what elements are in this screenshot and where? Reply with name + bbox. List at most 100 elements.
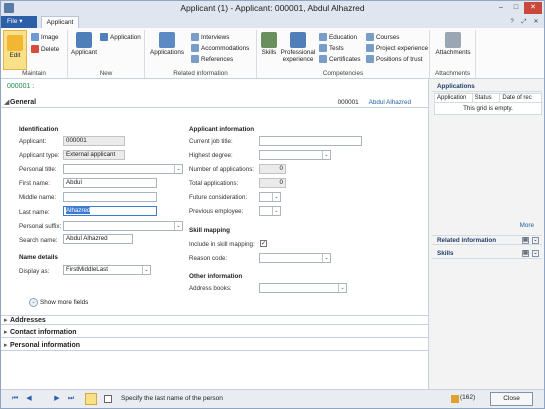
courses-label: Courses	[376, 33, 400, 41]
chevron-down-icon[interactable]: ⌄	[322, 151, 330, 159]
factbox-settings-icon[interactable]: ▤	[522, 250, 529, 257]
applications-label: Applications	[150, 49, 184, 56]
previous-record-icon[interactable]: ◀	[25, 395, 33, 403]
general-title: General	[10, 99, 37, 106]
last-record-icon[interactable]: ⏭	[67, 395, 75, 403]
chevron-down-icon[interactable]: ⌄	[322, 254, 330, 262]
positions-of-trust-button[interactable]: Positions of trust	[366, 55, 423, 63]
total-applications-field: 0	[259, 178, 286, 188]
references-button[interactable]: References	[191, 55, 233, 63]
skills-icon	[261, 32, 277, 48]
chevron-down-icon[interactable]: ⌄	[532, 250, 539, 257]
future-consideration-select[interactable]: ⌄	[259, 192, 281, 202]
professional-label: Professional	[280, 49, 316, 56]
expand-circle-icon: ⌄	[29, 298, 38, 307]
chevron-down-icon[interactable]: ⌄	[174, 165, 182, 173]
first-name-input[interactable]: Abdul	[63, 178, 157, 188]
first-record-icon[interactable]: ⏮	[11, 395, 19, 403]
record-caption: 000001 :	[7, 83, 35, 90]
image-button[interactable]: Image	[31, 33, 59, 41]
section-general[interactable]: ◢ General 000001 Abdul Alhazred	[1, 98, 429, 108]
edit-mode-icon[interactable]	[85, 393, 97, 405]
address-books-select[interactable]: ⌄	[259, 283, 347, 293]
applicant-type-label: Applicant type:	[19, 152, 60, 159]
document-icon[interactable]	[104, 395, 112, 403]
chevron-down-icon[interactable]: ⌄	[532, 237, 539, 244]
ribbon-group-competencies: Skills Professional experience Education…	[257, 30, 430, 78]
skills-factbox-title: Skills	[437, 250, 454, 257]
chevron-down-icon[interactable]: ⌄	[272, 193, 280, 201]
new-applicant-button[interactable]: Applicant	[68, 32, 100, 56]
current-job-title-label: Current job title:	[189, 138, 233, 145]
section-personal-information[interactable]: ▸ Personal information	[1, 341, 429, 351]
col-date-of-receipt[interactable]: Date of rec	[500, 94, 541, 102]
skills-factbox-header[interactable]: Skills ▤ ⌄	[432, 249, 542, 259]
display-as-select[interactable]: FirstMiddleLast ⌄	[63, 265, 151, 275]
tests-label: Tests	[329, 44, 344, 52]
applications-grid: Application Status Date of rec This grid…	[434, 93, 542, 115]
number-of-applications-label: Number of applications:	[189, 166, 255, 173]
competencies-group-label: Competencies	[322, 70, 364, 77]
applications-button[interactable]: Applications	[148, 32, 186, 56]
show-more-fields-button[interactable]: ⌄ Show more fields	[29, 298, 88, 307]
edit-button[interactable]: Edit	[3, 30, 27, 70]
chevron-down-icon[interactable]: ⌄	[174, 222, 182, 230]
chevron-down-icon[interactable]: ⌄	[338, 284, 346, 292]
personal-suffix-select[interactable]: ⌄	[63, 221, 183, 231]
paperclip-icon	[445, 32, 461, 48]
section-addresses[interactable]: ▸ Addresses	[1, 315, 429, 325]
delete-button[interactable]: Delete	[31, 45, 59, 53]
courses-button[interactable]: Courses	[366, 33, 399, 41]
col-application[interactable]: Application	[435, 94, 473, 102]
notification-icon[interactable]	[451, 395, 459, 403]
skills-button[interactable]: Skills	[259, 32, 279, 56]
previous-employee-select[interactable]: ⌄	[259, 206, 281, 216]
close-button[interactable]: Close	[490, 392, 533, 406]
help-icon[interactable]: ?	[508, 18, 516, 26]
applications-factbox-header[interactable]: Applications	[432, 82, 542, 92]
related-information-title: Related information	[437, 237, 497, 244]
more-link[interactable]: More	[520, 222, 534, 229]
close-form-icon[interactable]: ✕	[532, 18, 540, 26]
tests-button[interactable]: Tests	[319, 44, 344, 52]
current-job-title-input[interactable]	[259, 136, 362, 146]
new-application-label: Application	[110, 33, 141, 41]
middle-name-input[interactable]	[63, 192, 157, 202]
minimize-button[interactable]: –	[494, 2, 508, 14]
chevron-down-icon[interactable]: ⌄	[272, 207, 280, 215]
highest-degree-select[interactable]: ⌄	[259, 150, 331, 160]
reason-code-select[interactable]: ⌄	[259, 253, 331, 263]
accommodations-button[interactable]: Accommodations	[191, 44, 249, 52]
attachments-button[interactable]: Attachments	[432, 32, 474, 56]
next-record-icon[interactable]: ▶	[53, 395, 61, 403]
project-experience-button[interactable]: Project experience	[366, 44, 428, 52]
interviews-button[interactable]: Interviews	[191, 33, 229, 41]
title-bar: Applicant (1) - Applicant: 000001, Abdul…	[1, 1, 544, 16]
expand-icon[interactable]: ⤢	[520, 18, 528, 26]
interviews-icon	[191, 33, 199, 41]
personal-information-title: Personal information	[10, 342, 81, 349]
section-contact-information[interactable]: ▸ Contact information	[1, 328, 429, 338]
identification-heading: Identification	[19, 126, 59, 133]
last-name-input[interactable]: Alhazred	[63, 206, 157, 216]
education-button[interactable]: Education	[319, 33, 357, 41]
status-bar: ⏮ ◀ ▶ ⏭ Specify the last name of the per…	[1, 389, 544, 408]
col-status[interactable]: Status	[473, 94, 501, 102]
search-name-input[interactable]: Abdul Alhazred	[63, 234, 133, 244]
personal-title-select[interactable]: ⌄	[63, 164, 183, 174]
general-summary-name[interactable]: Abdul Alhazred	[369, 99, 411, 106]
factbox-settings-icon[interactable]: ▤	[522, 237, 529, 244]
maximize-button[interactable]: □	[509, 2, 523, 14]
tab-applicant[interactable]: Applicant	[41, 16, 79, 28]
file-tab[interactable]: File ▾	[1, 16, 37, 28]
professional-experience-button[interactable]: Professional experience	[279, 32, 317, 63]
close-window-button[interactable]: ✕	[524, 2, 542, 14]
new-application-button[interactable]: Application	[100, 33, 141, 41]
accommodations-icon	[191, 44, 199, 52]
chevron-down-icon[interactable]: ⌄	[142, 266, 150, 274]
pencil-icon	[7, 35, 23, 51]
certificates-button[interactable]: Certificates	[319, 55, 361, 63]
status-message: Specify the last name of the person	[121, 395, 223, 402]
related-information-factbox-header[interactable]: Related information ▤ ⌄	[432, 235, 542, 245]
include-in-skill-mapping-checkbox[interactable]: ✓	[260, 240, 267, 247]
